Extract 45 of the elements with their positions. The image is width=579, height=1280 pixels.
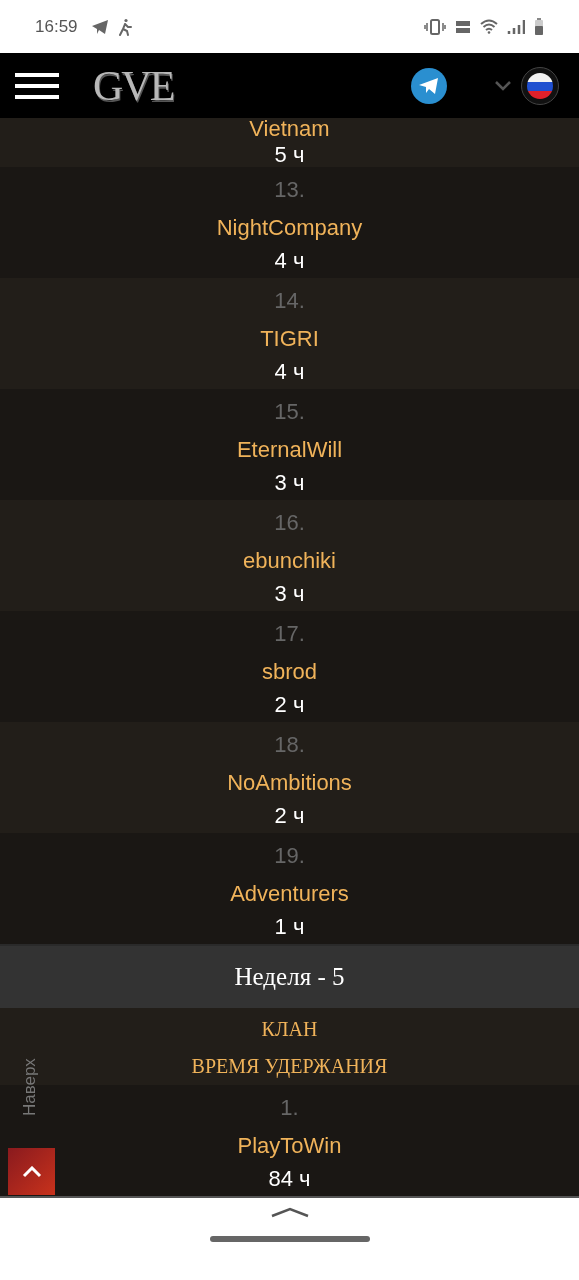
clan-name[interactable]: NoAmbitions [227, 770, 352, 796]
clock: 16:59 [35, 16, 78, 37]
menu-icon[interactable] [15, 71, 59, 100]
rank-number: 15. [274, 399, 305, 425]
hold-time: 4 ч [274, 248, 305, 274]
clan-name[interactable]: Adventurers [230, 881, 349, 907]
clan-name[interactable]: PlayToWin [237, 1133, 342, 1159]
clan-name[interactable]: ebunchiki [243, 548, 336, 574]
back-to-top-link[interactable]: Наверх [20, 1058, 40, 1116]
hold-time: 2 ч [274, 803, 305, 829]
chevron-down-icon[interactable] [495, 80, 511, 91]
week-title: Неделя - 5 [234, 963, 345, 991]
vibrate-icon [424, 18, 446, 35]
clan-name[interactable]: EternalWill [236, 437, 343, 463]
scroll-up-button[interactable] [8, 1148, 55, 1195]
hold-time: 5 ч [274, 142, 305, 168]
rank-number: 18. [274, 732, 305, 758]
paper-plane-icon [90, 18, 109, 35]
flag-icon[interactable] [521, 66, 559, 105]
rank-number: 16. [274, 510, 305, 536]
hold-time: 84 ч [268, 1166, 311, 1192]
rank-number: 17. [274, 621, 305, 647]
clan-name[interactable]: Vietnam [249, 118, 330, 140]
wifi-icon [480, 19, 498, 34]
clan-name[interactable]: TIGRI [260, 326, 319, 352]
hold-time: 3 ч [274, 470, 305, 496]
clan-name[interactable]: NightCompany [216, 215, 363, 241]
logo[interactable]: GVE [93, 61, 174, 110]
battery-icon [534, 17, 544, 36]
hold-time: 4 ч [274, 359, 305, 385]
rank-number: 14. [274, 288, 305, 314]
hold-time: 2 ч [274, 692, 305, 718]
clan-name[interactable]: sbrod [261, 659, 317, 685]
hold-time: 1 ч [274, 914, 305, 940]
rank-number: 13. [274, 177, 305, 203]
rank-number: 1. [280, 1095, 299, 1121]
column-header: КЛАН [261, 1018, 318, 1040]
walking-person-icon [117, 17, 132, 36]
chevron-up-icon [21, 1165, 42, 1178]
chevron-up-icon[interactable] [269, 1206, 310, 1218]
signal-icon [507, 19, 525, 34]
paper-plane-icon[interactable] [411, 67, 447, 104]
rank-number: 19. [274, 843, 305, 869]
hold-time: 3 ч [274, 581, 305, 607]
column-header: ВРЕМЯ УДЕРЖАНИЯ [191, 1055, 388, 1077]
